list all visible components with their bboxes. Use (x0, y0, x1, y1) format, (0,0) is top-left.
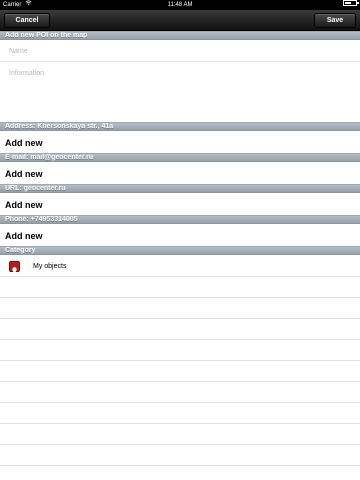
add-email-button[interactable]: Add new (0, 164, 360, 184)
empty-row (0, 362, 360, 382)
empty-row (0, 341, 360, 361)
section-header-email: E-mail: mail@geocenter.ru (0, 153, 360, 162)
section-header-poi: Add new POI on the map (0, 31, 360, 40)
section-header-address: Address: Khersonskaya str., 41a (0, 122, 360, 131)
clock: 11:48 AM (167, 2, 193, 8)
status-bar: Carrier 11:48 AM (0, 0, 360, 10)
category-item-my-objects[interactable]: My objects (0, 257, 360, 277)
add-address-button[interactable]: Add new (0, 133, 360, 153)
empty-row (0, 446, 360, 466)
name-field[interactable]: Name (0, 41, 360, 62)
section-header-category: Category (0, 246, 360, 255)
add-phone-button[interactable]: Add new (0, 226, 360, 246)
battery-indicator (341, 0, 359, 10)
information-field[interactable]: Information (0, 63, 360, 121)
category-icon (9, 261, 20, 274)
empty-row (0, 278, 360, 298)
navigation-bar: Cancel Save (0, 10, 360, 31)
empty-row (0, 299, 360, 319)
section-header-phone: Phone: +74953314005 (0, 215, 360, 224)
save-button[interactable]: Save (314, 13, 356, 28)
category-label: My objects (33, 263, 67, 270)
cancel-button[interactable]: Cancel (4, 13, 50, 28)
empty-row (0, 320, 360, 340)
empty-row (0, 425, 360, 445)
empty-row (0, 383, 360, 403)
pin-icon (12, 267, 17, 274)
section-header-url: URL: geocenter.ru (0, 184, 360, 193)
add-url-button[interactable]: Add new (0, 195, 360, 215)
battery-icon (343, 0, 359, 7)
empty-row (0, 404, 360, 424)
